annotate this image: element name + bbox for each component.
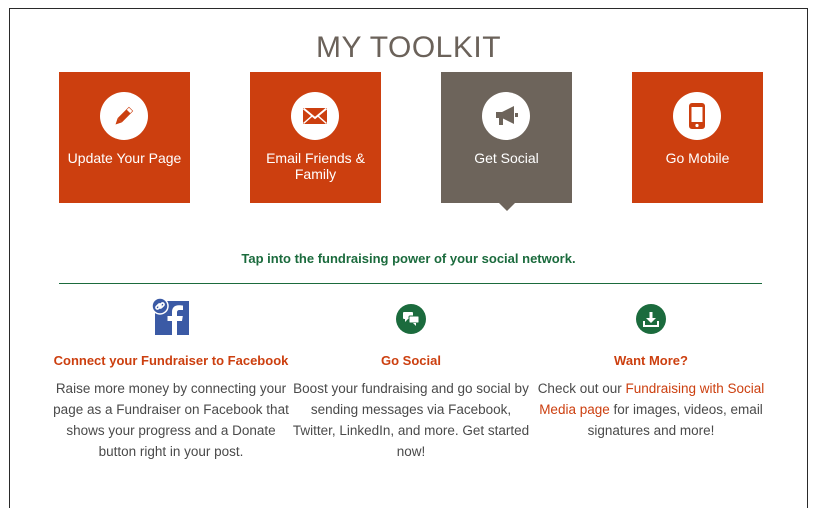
feature-want-more: Want More? Check out our Fundraising wit… [531, 299, 771, 441]
toolkit-panel: MY TOOLKIT Update Your Page Email Friend [9, 8, 808, 508]
tile-update-your-page[interactable]: Update Your Page [59, 72, 190, 203]
envelope-icon [291, 92, 339, 140]
feature-body: Check out our Fundraising with Social Me… [531, 378, 771, 441]
megaphone-icon [482, 92, 530, 140]
download-icon[interactable] [636, 304, 666, 334]
mobile-phone-icon [673, 92, 721, 140]
feature-heading: Want More? [614, 353, 688, 368]
tile-label: Update Your Page [67, 150, 182, 166]
feature-connect-facebook: Connect your Fundraiser to Facebook Rais… [51, 296, 291, 462]
feature-heading: Go Social [381, 353, 441, 368]
tile-label: Go Mobile [665, 150, 730, 166]
tile-email-friends-family[interactable]: Email Friends & Family [250, 72, 381, 203]
chat-bubbles-icon[interactable] [396, 304, 426, 334]
tile-label: Email Friends & Family [266, 150, 365, 182]
tile-go-mobile[interactable]: Go Mobile [632, 72, 763, 203]
feature-go-social: Go Social Boost your fundraising and go … [291, 299, 531, 462]
tagline: Tap into the fundraising power of your s… [241, 251, 576, 266]
facebook-link-icon[interactable] [151, 296, 191, 342]
pencil-icon [100, 92, 148, 140]
tile-label: Get Social [474, 150, 539, 166]
feature-body: Boost your fundraising and go social by … [292, 381, 530, 459]
page-title: MY TOOLKIT [315, 31, 502, 64]
feature-body-post: for images, videos, email signatures and… [587, 402, 763, 438]
feature-body: Raise more money by connecting your page… [53, 381, 289, 459]
divider [59, 283, 762, 284]
feature-heading: Connect your Fundraiser to Facebook [53, 353, 289, 368]
feature-body-pre: Check out our [537, 381, 626, 396]
tile-get-social[interactable]: Get Social [441, 72, 572, 211]
